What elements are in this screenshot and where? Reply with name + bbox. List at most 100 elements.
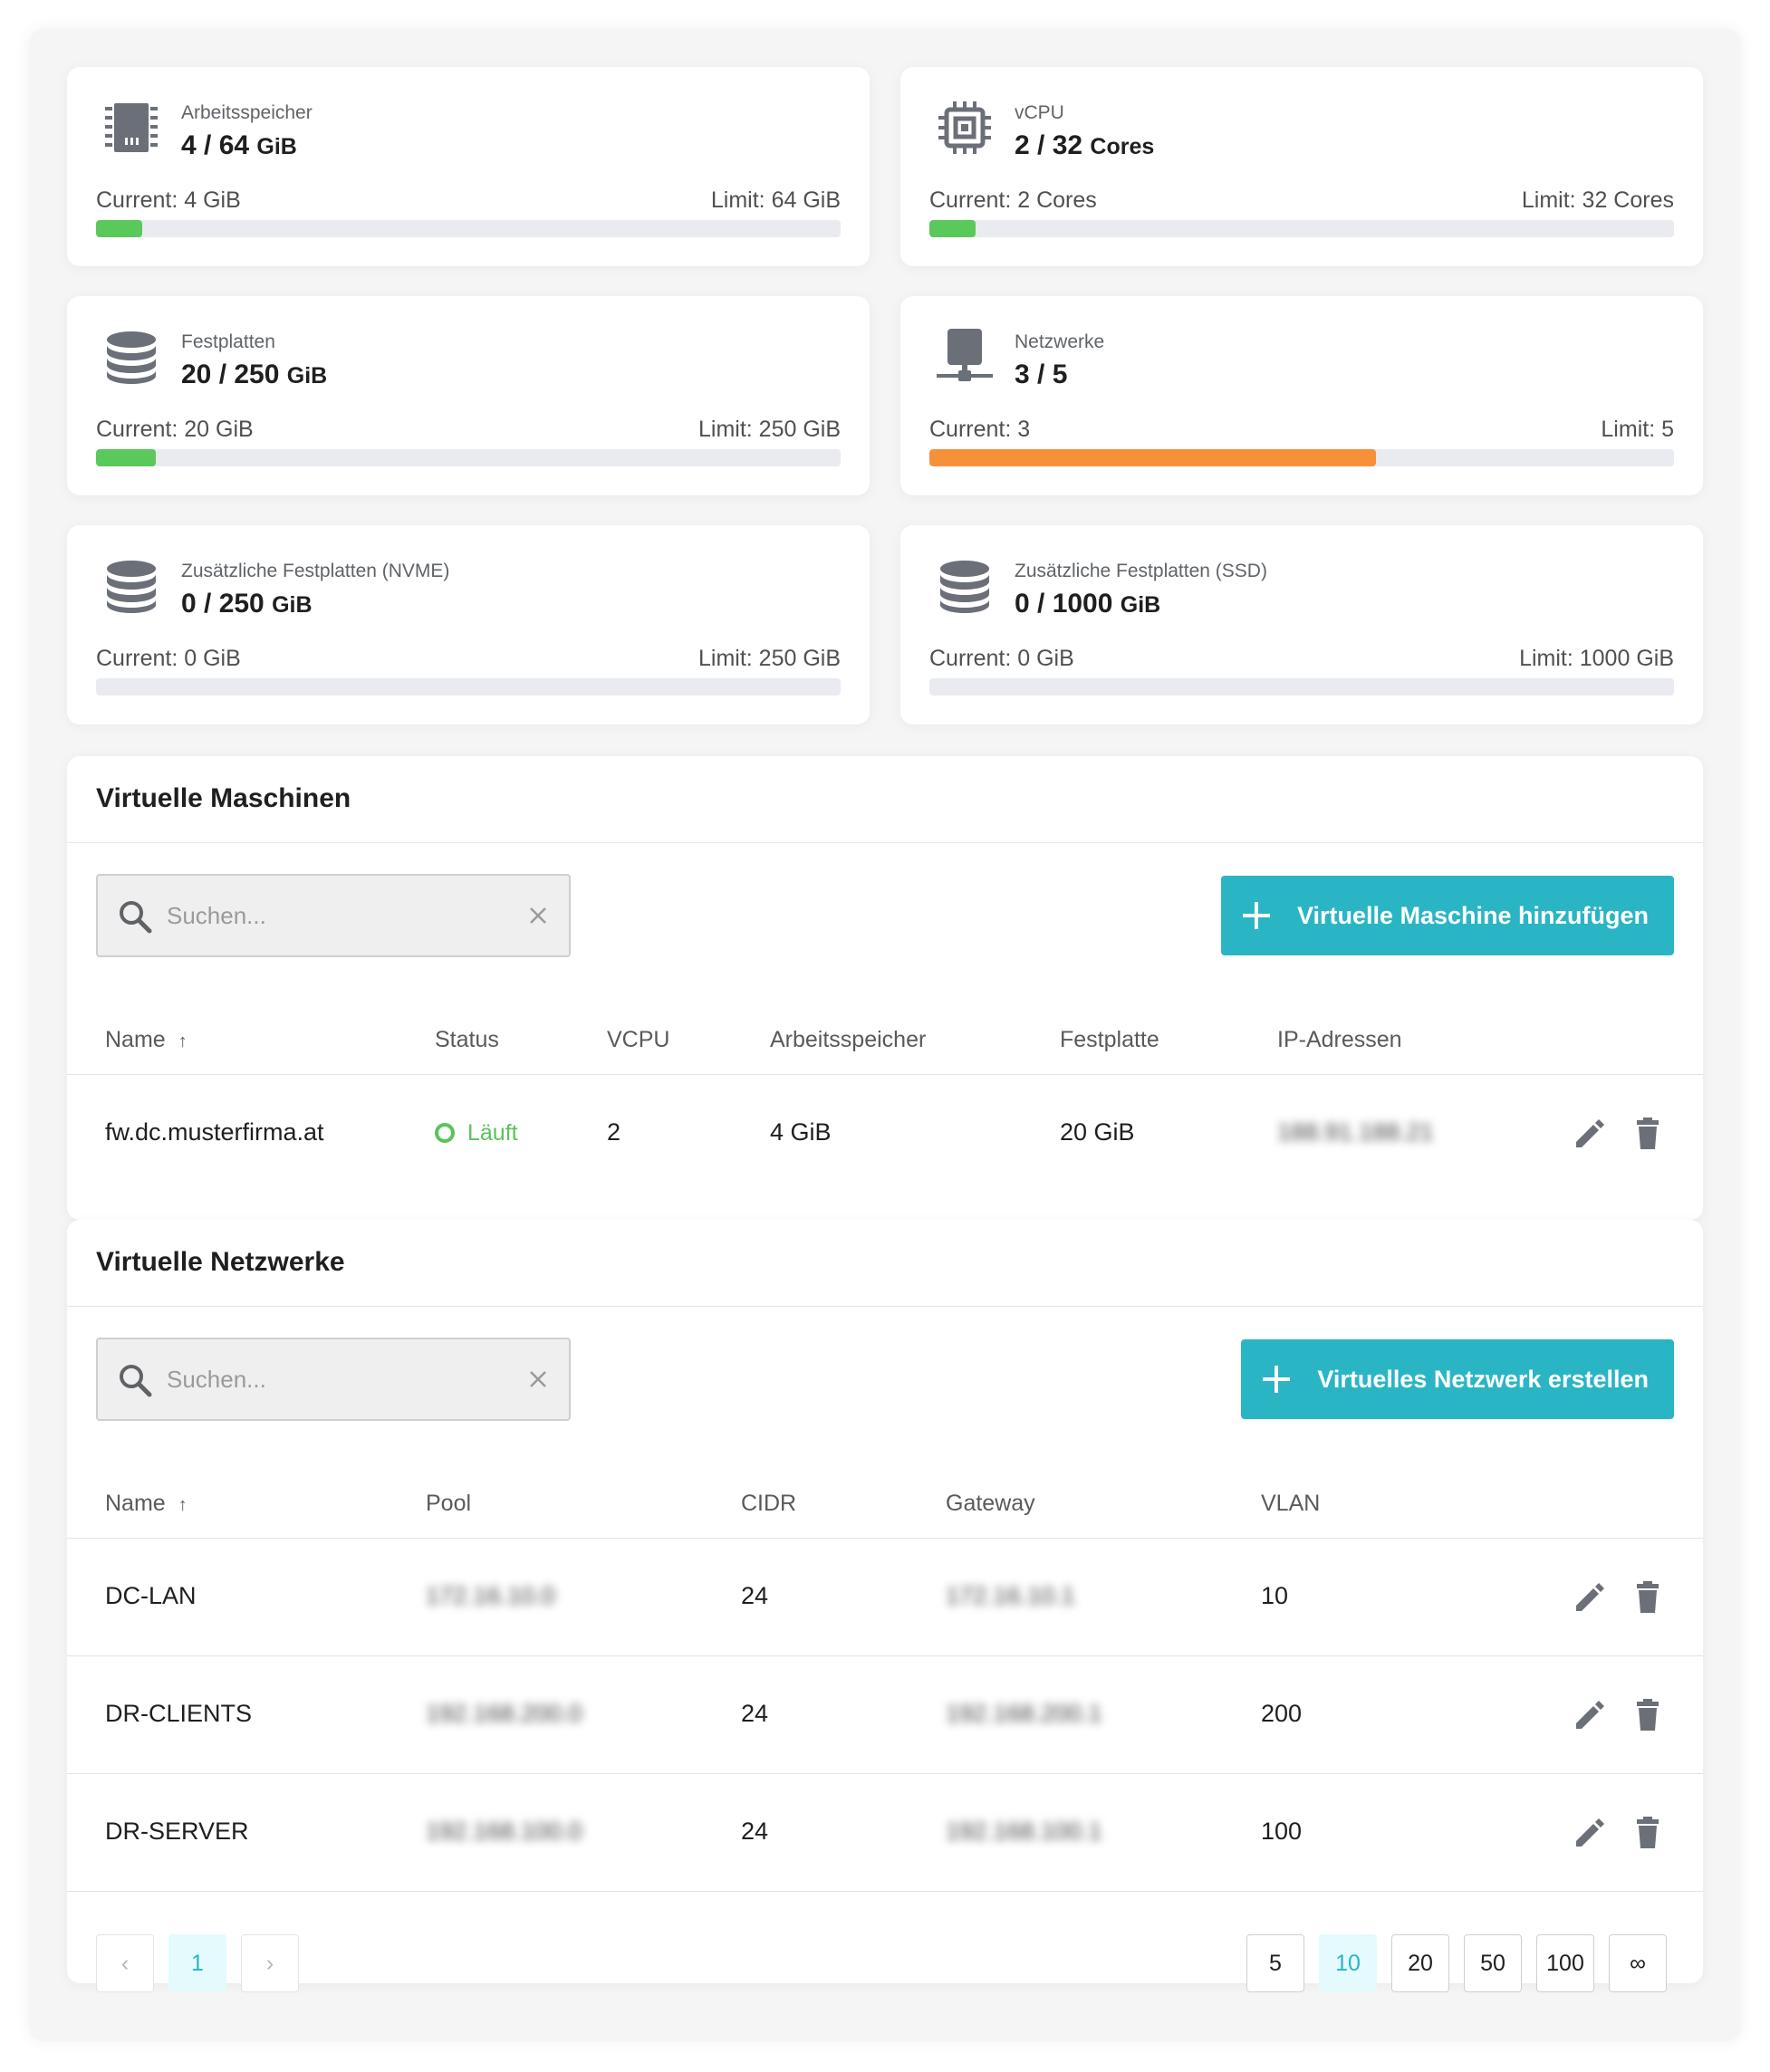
resource-value: 3 / 5 (1015, 360, 1068, 389)
network-search-box (96, 1338, 571, 1421)
column-header-vlan[interactable]: VLAN (1261, 1491, 1320, 1517)
database-icon (107, 331, 156, 384)
network-cidr: 24 (741, 1818, 769, 1845)
network-pool: 172.16.10.0 (426, 1582, 555, 1609)
resource-label: Netzwerke (1015, 331, 1105, 352)
vm-disk: 20 GiB (1060, 1118, 1135, 1146)
cpu-icon (938, 101, 991, 154)
network-gateway: 192.168.200.1 (946, 1700, 1102, 1727)
resource-label: Festplatten (181, 331, 275, 352)
page-container: Arbeitsspeicher 4 / 64 GiB Current: 4 Gi… (29, 29, 1741, 2041)
status-running-icon (435, 1123, 455, 1143)
plus-icon (1242, 902, 1270, 929)
status-badge: Läuft (435, 1118, 518, 1146)
table-row[interactable]: fw.dc.musterfirma.at Läuft 2 4 GiB 20 Gi… (67, 1075, 1703, 1193)
resource-card-networks: Netzwerke 3 / 5 Current: 3 Limit: 5 (900, 296, 1703, 495)
column-header-name[interactable]: Name ↑ (105, 1027, 188, 1053)
network-section: Virtuelle Netzwerke Virtuelles Netzwerk … (67, 1220, 1703, 1983)
network-pool: 192.168.100.0 (426, 1818, 582, 1845)
resource-current: Current: 20 GiB (96, 417, 254, 442)
next-page-button[interactable]: › (241, 1934, 299, 1992)
table-row[interactable]: DR-CLIENTS 192.168.200.0 24 192.168.200.… (67, 1656, 1703, 1774)
search-icon (120, 901, 152, 934)
usage-bar-fill (929, 220, 976, 237)
page-size-50[interactable]: 50 (1464, 1934, 1522, 1992)
page-size-5[interactable]: 5 (1246, 1934, 1304, 1992)
network-search-input[interactable] (167, 1357, 511, 1401)
vm-ip: 188.91.188.21 (1277, 1118, 1434, 1146)
resource-card-disks: Festplatten 20 / 250 GiB Current: 20 GiB… (67, 296, 870, 495)
table-row[interactable]: DC-LAN 172.16.10.0 24 172.16.10.1 10 (67, 1539, 1703, 1656)
page-size-all[interactable]: ∞ (1609, 1934, 1667, 1992)
page-button-current[interactable]: 1 (168, 1934, 226, 1992)
add-network-button[interactable]: Virtuelles Netzwerk erstellen (1241, 1339, 1674, 1419)
divider (67, 842, 1703, 843)
usage-bar (96, 220, 841, 237)
vm-search-box (96, 874, 571, 957)
resource-card-nvme: Zusätzliche Festplatten (NVME) 0 / 250 G… (67, 525, 870, 724)
usage-bar-fill (96, 449, 156, 466)
delete-icon[interactable] (1629, 1578, 1667, 1616)
page-size-10[interactable]: 10 (1319, 1934, 1377, 1992)
resource-limit: Limit: 5 (1601, 417, 1674, 442)
resource-current: Current: 4 GiB (96, 187, 241, 213)
network-icon (937, 329, 993, 381)
page-size-20[interactable]: 20 (1391, 1934, 1449, 1992)
usage-bar (96, 449, 841, 466)
column-header-cidr[interactable]: CIDR (741, 1491, 796, 1517)
table-row[interactable]: DR-SERVER 192.168.100.0 24 192.168.100.1… (67, 1774, 1703, 1892)
usage-bar (929, 220, 1674, 237)
divider (67, 1306, 1703, 1307)
edit-icon[interactable] (1571, 1814, 1609, 1852)
network-name: DR-CLIENTS (105, 1700, 253, 1727)
column-header-name[interactable]: Name ↑ (105, 1491, 188, 1517)
column-header-pool[interactable]: Pool (426, 1491, 471, 1517)
column-header-disk[interactable]: Festplatte (1060, 1027, 1159, 1053)
edit-icon[interactable] (1571, 1578, 1609, 1616)
vm-section: Virtuelle Maschinen Virtuelle Maschine h… (67, 756, 1703, 1220)
vm-search-input[interactable] (167, 894, 511, 937)
resource-value: 0 / 250 GiB (181, 589, 313, 619)
close-icon[interactable] (527, 905, 549, 926)
resource-current: Current: 0 GiB (929, 646, 1074, 671)
column-header-status[interactable]: Status (435, 1027, 499, 1053)
network-name: DR-SERVER (105, 1818, 249, 1845)
resource-value: 20 / 250 GiB (181, 360, 328, 389)
resource-limit: Limit: 250 GiB (697, 417, 841, 442)
add-vm-button[interactable]: Virtuelle Maschine hinzufügen (1220, 876, 1674, 955)
resource-value: 4 / 64 GiB (181, 130, 297, 160)
plus-icon (1263, 1366, 1291, 1393)
delete-icon[interactable] (1629, 1696, 1667, 1734)
database-icon (940, 561, 989, 613)
resource-limit: Limit: 32 Cores (1521, 187, 1674, 213)
resource-card-memory: Arbeitsspeicher 4 / 64 GiB Current: 4 Gi… (67, 67, 870, 266)
prev-page-button[interactable]: ‹ (96, 1934, 154, 1992)
resource-card-vcpu: vCPU 2 / 32 Cores Current: 2 Cores Limit… (900, 67, 1703, 266)
page-size-100[interactable]: 100 (1536, 1934, 1594, 1992)
network-vlan: 200 (1261, 1700, 1303, 1727)
resource-label: Zusätzliche Festplatten (NVME) (181, 561, 450, 581)
network-pool: 192.168.200.0 (426, 1700, 582, 1727)
close-icon[interactable] (527, 1368, 549, 1390)
resource-value: 2 / 32 Cores (1015, 130, 1155, 160)
resource-current: Current: 2 Cores (929, 187, 1097, 213)
column-header-ram[interactable]: Arbeitsspeicher (770, 1027, 926, 1053)
usage-bar-fill (929, 449, 1377, 466)
edit-icon[interactable] (1571, 1696, 1609, 1734)
network-cidr: 24 (741, 1582, 769, 1609)
edit-icon[interactable] (1571, 1115, 1609, 1153)
network-gateway: 172.16.10.1 (946, 1582, 1075, 1609)
delete-icon[interactable] (1629, 1814, 1667, 1852)
vm-name: fw.dc.musterfirma.at (105, 1118, 324, 1146)
database-icon (107, 561, 156, 613)
add-vm-label: Virtuelle Maschine hinzufügen (1296, 901, 1649, 929)
resource-limit: Limit: 64 GiB (710, 187, 841, 213)
network-vlan: 100 (1261, 1818, 1303, 1845)
network-vlan: 10 (1261, 1582, 1289, 1609)
delete-icon[interactable] (1629, 1115, 1667, 1153)
sort-ascending-icon: ↑ (178, 1495, 188, 1515)
column-header-gateway[interactable]: Gateway (946, 1491, 1035, 1517)
resource-label: vCPU (1015, 102, 1064, 123)
column-header-vcpu[interactable]: VCPU (607, 1027, 669, 1053)
column-header-ip[interactable]: IP-Adressen (1277, 1027, 1402, 1053)
